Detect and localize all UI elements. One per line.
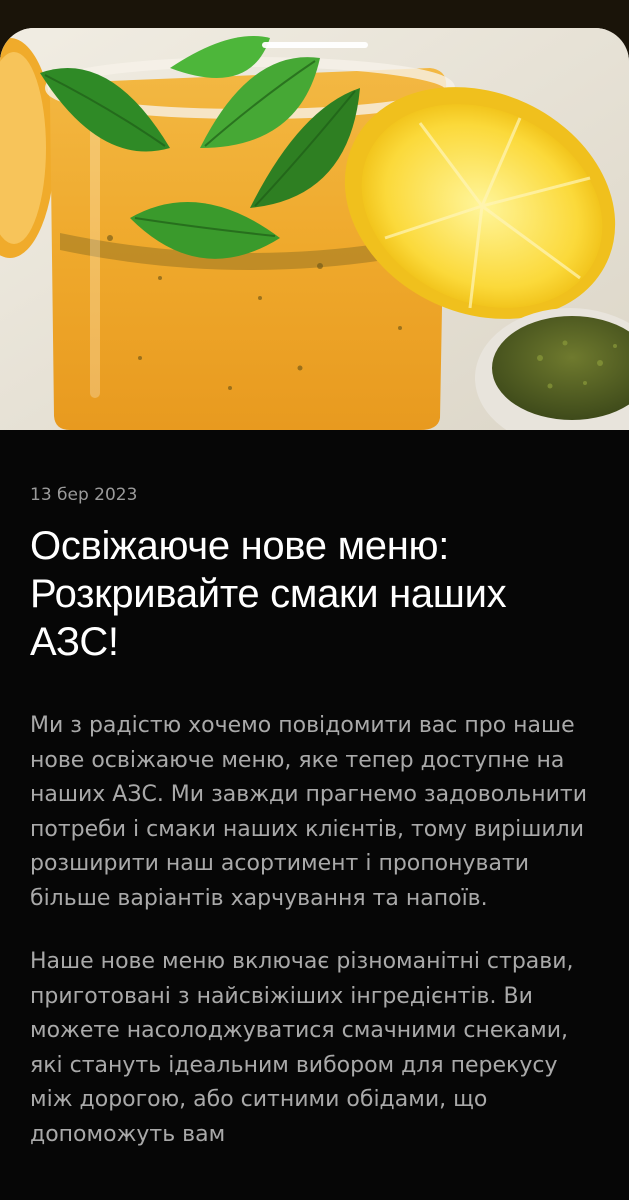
article-content: 13 бер 2023 Освіжаюче нове меню: Розкрив… — [30, 484, 599, 1152]
article-hero-image — [0, 28, 629, 430]
article-paragraph: Ми з радістю хочемо повідомити вас про н… — [30, 713, 588, 911]
article-date: 13 бер 2023 — [30, 485, 138, 505]
article-paragraph: Наше нове меню включає різноманітні стра… — [30, 949, 574, 1147]
article-sheet: 13 бер 2023 Освіжаюче нове меню: Розкрив… — [0, 28, 629, 1200]
lemonade-photo — [0, 28, 629, 430]
article-title: Освіжаюче нове меню: Розкривайте смаки н… — [30, 524, 507, 664]
sheet-grabber-handle[interactable] — [262, 42, 368, 48]
